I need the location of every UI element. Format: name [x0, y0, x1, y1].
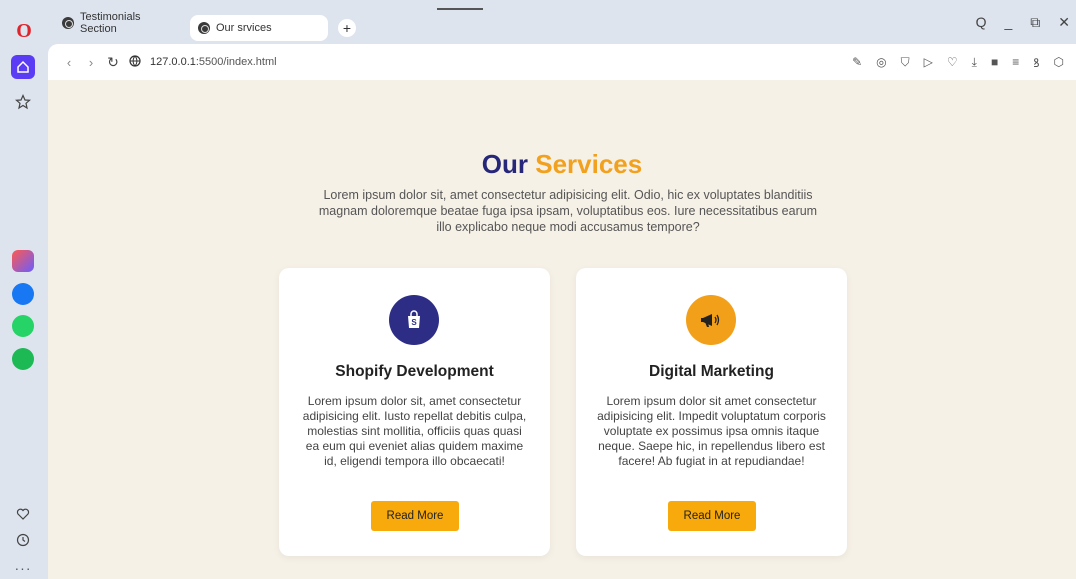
heart-icon[interactable]: ♡: [947, 55, 958, 69]
service-card-marketing: Digital Marketing Lorem ipsum dolor sit …: [576, 268, 847, 556]
page-content: Our Services Lorem ipsum dolor sit, amet…: [48, 80, 1076, 579]
title-word-our: Our: [481, 149, 528, 179]
more-icon[interactable]: ···: [11, 556, 35, 579]
home-icon[interactable]: [11, 55, 35, 79]
tab-strip: Testimonials Section Our srvices + Q _ ⧉…: [48, 0, 1076, 42]
tab-label: Testimonials Section: [80, 11, 141, 35]
extensions-icon[interactable]: ⬡: [1054, 55, 1064, 69]
new-tab-button[interactable]: +: [338, 19, 356, 37]
shield-icon[interactable]: ⛉: [901, 55, 910, 70]
svg-text:S: S: [411, 318, 417, 327]
url-path: :5500/index.html: [195, 56, 277, 68]
url-input[interactable]: 127.0.0.1:5500/index.html: [150, 56, 277, 68]
card-title: Shopify Development: [335, 363, 494, 380]
forward-icon[interactable]: ›: [80, 55, 102, 70]
globe-favicon-icon: [198, 22, 210, 34]
section-intro: Lorem ipsum dolor sit, amet consectetur …: [318, 188, 818, 234]
globe-favicon-icon: [62, 17, 74, 29]
profile-icon[interactable]: ꝸ: [1033, 54, 1039, 71]
close-icon[interactable]: ✕: [1058, 14, 1070, 31]
section-title: Our Services: [48, 149, 1076, 180]
shopify-bag-icon: S: [389, 295, 439, 345]
messenger-icon[interactable]: [12, 283, 34, 305]
site-info-icon[interactable]: [124, 54, 146, 70]
address-bar: ‹ › ↻ 127.0.0.1:5500/index.html ✎ ◎ ⛉ ▷ …: [48, 44, 1076, 80]
spotify-icon[interactable]: [12, 348, 34, 370]
megaphone-icon: [686, 295, 736, 345]
easy-setup-icon[interactable]: ≡: [1012, 55, 1019, 69]
whatsapp-icon[interactable]: [12, 315, 34, 337]
play-icon[interactable]: ▷: [924, 55, 933, 69]
opera-logo-icon[interactable]: O: [13, 20, 35, 42]
tab-testimonials[interactable]: Testimonials Section: [54, 8, 182, 38]
tab-label: Our srvices: [216, 22, 272, 34]
browser-sidebar: O ···: [0, 0, 48, 579]
back-icon[interactable]: ‹: [58, 55, 80, 70]
tab-our-services[interactable]: Our srvices: [190, 15, 328, 41]
url-host: 127.0.0.1: [150, 56, 196, 68]
service-card-shopify: S Shopify Development Lorem ipsum dolor …: [279, 268, 550, 556]
reload-icon[interactable]: ↻: [102, 54, 124, 71]
edit-icon[interactable]: ✎: [852, 55, 862, 69]
heart-icon[interactable]: [11, 502, 35, 526]
camera-icon[interactable]: ◎: [876, 55, 886, 69]
window-controls: Q _ ⧉ ✕: [976, 14, 1076, 31]
battery-icon[interactable]: ■: [991, 55, 998, 69]
read-more-button[interactable]: Read More: [371, 501, 459, 531]
history-icon[interactable]: [11, 528, 35, 552]
download-icon[interactable]: ⤓: [972, 55, 977, 70]
toolbar-icons: ✎ ◎ ⛉ ▷ ♡ ⤓ ■ ≡ ꝸ ⬡: [852, 44, 1076, 80]
aria-app-icon[interactable]: [12, 250, 34, 272]
minimize-icon[interactable]: _: [1004, 14, 1012, 31]
drag-indicator: [437, 8, 483, 10]
card-title: Digital Marketing: [649, 363, 774, 380]
title-word-services: Services: [535, 149, 643, 179]
card-description: Lorem ipsum dolor sit, amet consectetur …: [302, 394, 527, 468]
search-tabs-icon[interactable]: Q: [976, 14, 987, 31]
restore-icon[interactable]: ⧉: [1030, 14, 1040, 31]
read-more-button[interactable]: Read More: [668, 501, 756, 531]
star-icon[interactable]: [11, 90, 35, 114]
card-description: Lorem ipsum dolor sit amet consectetur a…: [597, 394, 826, 468]
